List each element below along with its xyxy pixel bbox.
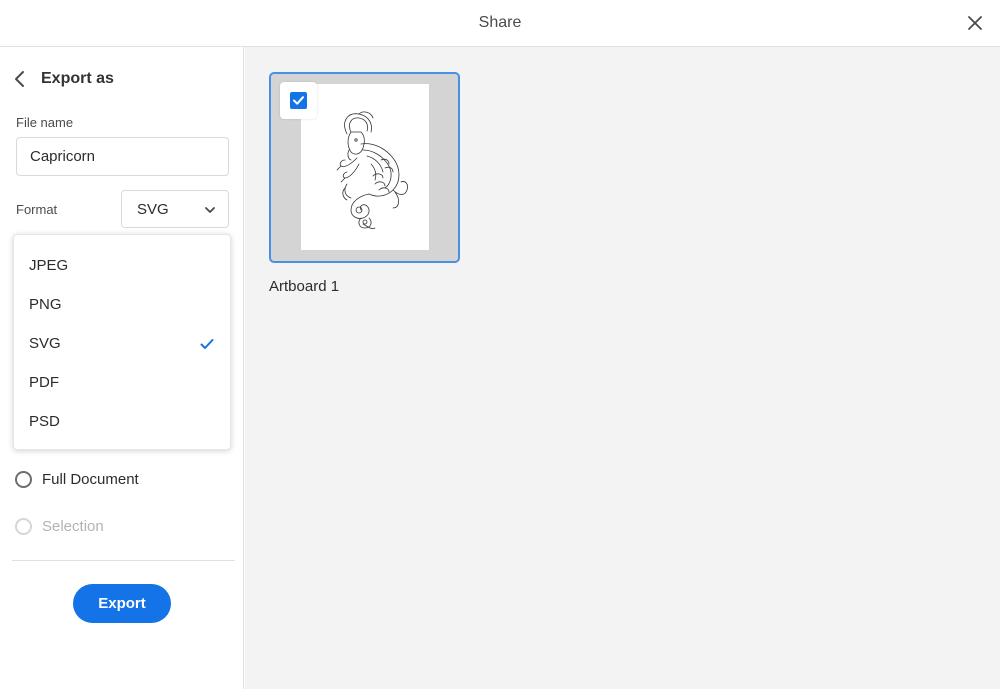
radio-label: Selection bbox=[42, 518, 104, 535]
format-option-label: PNG bbox=[29, 296, 62, 313]
export-button[interactable]: Export bbox=[73, 584, 171, 623]
artboard-name: Artboard 1 bbox=[269, 278, 340, 295]
close-icon bbox=[968, 16, 982, 30]
chevron-left-icon bbox=[15, 71, 24, 87]
close-button[interactable] bbox=[966, 14, 984, 32]
artboard-preview bbox=[301, 84, 429, 250]
format-option-psd[interactable]: PSD bbox=[14, 403, 230, 442]
radio-circle bbox=[15, 518, 32, 535]
artboard-checkbox[interactable] bbox=[280, 82, 317, 119]
dialog-title: Share bbox=[478, 14, 522, 31]
panel-title: Export as bbox=[41, 70, 114, 87]
format-option-label: JPEG bbox=[29, 257, 69, 274]
format-select[interactable]: SVG bbox=[121, 190, 229, 228]
title-bar: Share bbox=[0, 0, 1000, 47]
format-option-label: PSD bbox=[29, 413, 60, 430]
capricorn-illustration bbox=[336, 111, 408, 229]
export-panel: Export as File name Format SVG JPEG PNG … bbox=[0, 47, 244, 689]
file-name-input[interactable] bbox=[16, 137, 229, 176]
format-option-pdf[interactable]: PDF bbox=[14, 364, 230, 403]
format-option-label: PDF bbox=[29, 374, 59, 391]
back-button[interactable] bbox=[12, 69, 28, 89]
radio-label: Full Document bbox=[42, 471, 139, 488]
format-option-jpeg[interactable]: JPEG bbox=[14, 247, 230, 286]
format-option-png[interactable]: PNG bbox=[14, 286, 230, 325]
checkmark-icon bbox=[293, 96, 304, 105]
chevron-down-icon bbox=[205, 207, 215, 213]
format-dropdown-menu: JPEG PNG SVG PDF PSD bbox=[13, 234, 231, 450]
format-select-value: SVG bbox=[137, 201, 169, 218]
radio-circle bbox=[15, 471, 32, 488]
artboard-canvas: Artboard 1 bbox=[245, 47, 1000, 689]
checkmark-icon bbox=[200, 339, 214, 349]
format-option-svg[interactable]: SVG bbox=[14, 325, 230, 364]
artboard-thumbnail[interactable] bbox=[269, 72, 460, 263]
file-name-label: File name bbox=[16, 115, 74, 130]
format-option-label: SVG bbox=[29, 335, 61, 352]
checkbox-checked bbox=[290, 92, 307, 109]
divider bbox=[12, 560, 235, 561]
format-label: Format bbox=[16, 202, 58, 217]
